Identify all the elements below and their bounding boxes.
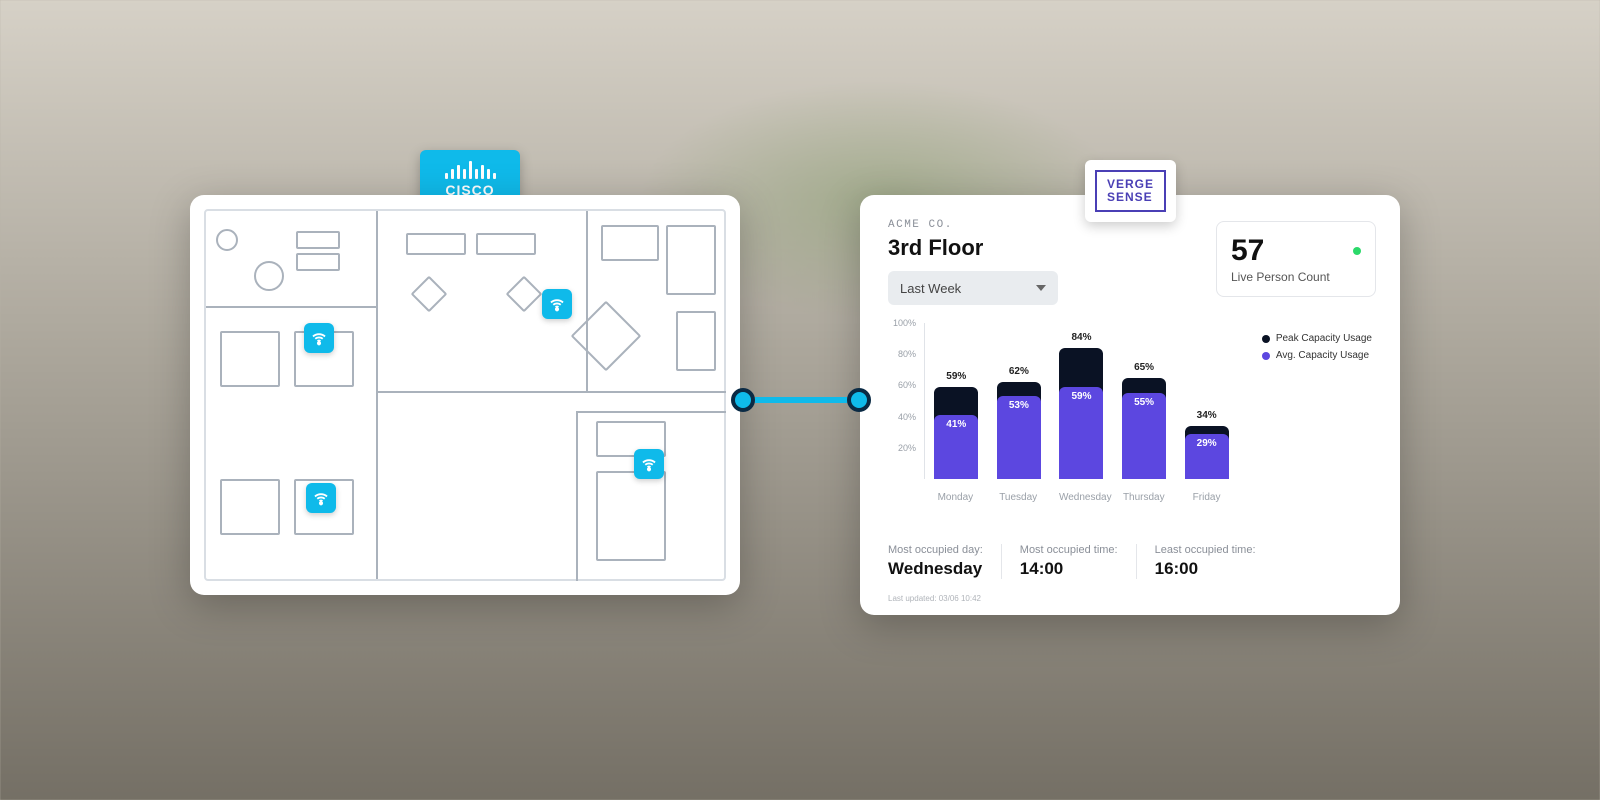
chart-legend: Peak Capacity Usage Avg. Capacity Usage xyxy=(1262,333,1372,367)
y-tick: 100% xyxy=(893,318,916,328)
legend-avg-label: Avg. Capacity Usage xyxy=(1276,350,1369,361)
capacity-bar-chart: 100%80%60%40%20% 59%41%62%53%84%59%65%55… xyxy=(888,323,1238,503)
x-tick: Tuesday xyxy=(996,492,1040,503)
vergesense-logo-badge: VERGE SENSE xyxy=(1085,160,1176,222)
analytics-card: ACME CO. 3rd Floor Last Week 57 Live Per… xyxy=(860,195,1400,615)
bar-peak-label: 65% xyxy=(1122,362,1166,373)
wifi-sensor-icon[interactable] xyxy=(634,449,664,479)
bar-avg-label: 55% xyxy=(1122,397,1166,408)
chevron-down-icon xyxy=(1036,285,1046,291)
bar-peak-label: 84% xyxy=(1059,332,1103,343)
wifi-sensor-icon[interactable] xyxy=(304,323,334,353)
bar-column: 59% 41% xyxy=(934,323,978,479)
bar-column: 34% 29% xyxy=(1185,323,1229,479)
y-tick: 80% xyxy=(898,349,916,359)
floorplan-card xyxy=(190,195,740,595)
live-count-box: 57 Live Person Count xyxy=(1216,221,1376,297)
legend-swatch-icon xyxy=(1262,352,1270,360)
last-updated-text: Last updated: 03/06 10:42 xyxy=(888,594,981,603)
connector-node-icon xyxy=(731,388,755,412)
bar-peak-label: 34% xyxy=(1185,410,1229,421)
legend-swatch-icon xyxy=(1262,335,1270,343)
connector-node-icon xyxy=(847,388,871,412)
stat-value: Wednesday xyxy=(888,559,983,579)
live-status-dot-icon xyxy=(1353,247,1361,255)
bar-avg-label: 59% xyxy=(1059,391,1103,402)
y-tick: 20% xyxy=(898,443,916,453)
bar-avg-label: 41% xyxy=(934,419,978,430)
bar-column: 65% 55% xyxy=(1122,323,1166,479)
y-tick: 60% xyxy=(898,380,916,390)
wifi-sensor-icon[interactable] xyxy=(542,289,572,319)
dropdown-value: Last Week xyxy=(900,281,961,296)
stat-label: Least occupied time: xyxy=(1155,544,1256,556)
stat-value: 16:00 xyxy=(1155,559,1256,579)
cisco-bars-icon xyxy=(445,161,496,179)
bar-avg-label: 53% xyxy=(997,400,1041,411)
live-count-label: Live Person Count xyxy=(1231,270,1361,284)
y-tick: 40% xyxy=(898,412,916,422)
legend-peak-label: Peak Capacity Usage xyxy=(1276,333,1372,344)
x-tick: Wednesday xyxy=(1059,492,1103,503)
floorplan-canvas[interactable] xyxy=(204,209,726,581)
x-tick: Thursday xyxy=(1122,492,1166,503)
date-range-dropdown[interactable]: Last Week xyxy=(888,271,1058,305)
stat-label: Most occupied time: xyxy=(1020,544,1118,556)
summary-stats: Most occupied day: Wednesday Most occupi… xyxy=(888,544,1372,579)
stat-label: Most occupied day: xyxy=(888,544,983,556)
bar-column: 62% 53% xyxy=(997,323,1041,479)
bar-avg-label: 29% xyxy=(1185,438,1229,449)
x-tick: Friday xyxy=(1185,492,1229,503)
stat-value: 14:00 xyxy=(1020,559,1118,579)
bar-column: 84% 59% xyxy=(1059,323,1103,479)
vergesense-text: SENSE xyxy=(1107,191,1154,204)
wifi-sensor-icon[interactable] xyxy=(306,483,336,513)
bar-peak-label: 62% xyxy=(997,366,1041,377)
x-tick: Monday xyxy=(933,492,977,503)
bar-peak-label: 59% xyxy=(934,371,978,382)
live-count-value: 57 xyxy=(1231,234,1264,268)
integration-connector xyxy=(731,388,871,412)
